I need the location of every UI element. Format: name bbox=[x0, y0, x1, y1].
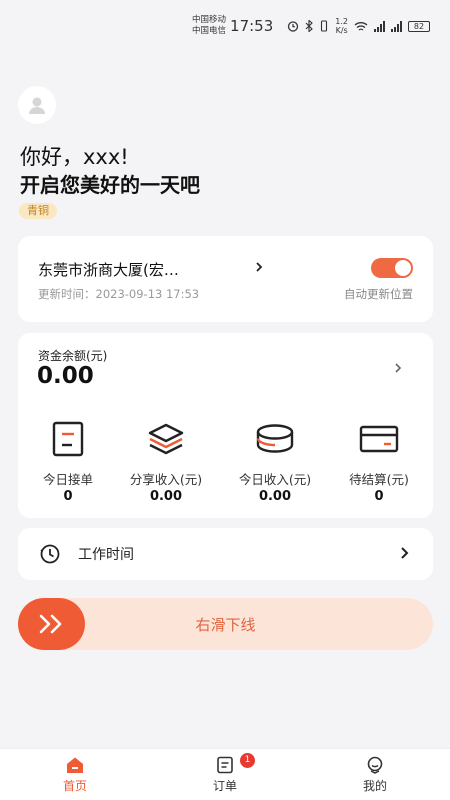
funds-balance-value: 0.00 bbox=[37, 363, 94, 389]
funds-chevron-right-icon[interactable] bbox=[393, 361, 403, 375]
stat-label: 待结算(元) bbox=[349, 472, 409, 487]
tab-bar: 首页 1 订单 我的 bbox=[0, 748, 450, 800]
location-name[interactable]: 东莞市浙商大厦(宏… bbox=[38, 259, 179, 280]
status-time: 17:53 bbox=[230, 17, 274, 35]
work-time-label: 工作时间 bbox=[78, 547, 134, 563]
signal-1-icon bbox=[374, 20, 385, 32]
auto-update-label: 自动更新位置 bbox=[344, 287, 413, 301]
tab-home[interactable]: 首页 bbox=[0, 749, 150, 800]
alarm-icon bbox=[288, 21, 299, 32]
funds-balance-label: 资金余额(元) bbox=[38, 349, 108, 363]
avatar[interactable] bbox=[18, 86, 56, 124]
stat-pending-settlement[interactable]: 待结算(元) 0 bbox=[329, 419, 429, 504]
layers-icon bbox=[148, 423, 184, 455]
stat-value: 0 bbox=[63, 489, 73, 504]
orders-badge: 1 bbox=[240, 753, 255, 768]
stat-label: 今日收入(元) bbox=[238, 472, 312, 487]
toggle-knob bbox=[395, 260, 411, 276]
network-speed: 1.2 K/s bbox=[335, 17, 348, 35]
stat-value: 0.00 bbox=[258, 489, 292, 504]
tab-label: 首页 bbox=[62, 779, 87, 793]
clock-icon bbox=[40, 544, 60, 564]
chevron-right-icon bbox=[401, 547, 409, 559]
bluetooth-icon bbox=[305, 20, 314, 32]
user-icon bbox=[29, 97, 45, 114]
stat-label: 分享收入(元) bbox=[129, 472, 203, 487]
carriers: 中国移动 中国电信 bbox=[192, 15, 226, 37]
vibrate-icon bbox=[321, 20, 328, 32]
home-icon bbox=[67, 757, 83, 773]
card-icon bbox=[359, 425, 399, 453]
carrier-2: 中国电信 bbox=[192, 26, 227, 36]
battery-icon: 82 bbox=[408, 20, 430, 32]
location-updated-time: 更新时间：2023-09-13 17:53 bbox=[38, 287, 200, 301]
stat-label: 今日接单 bbox=[42, 472, 93, 487]
greeting: 你好，xxx! bbox=[20, 145, 129, 169]
greeting-subtitle: 开启您美好的一天吧 bbox=[20, 173, 200, 197]
tab-label: 我的 bbox=[362, 779, 387, 793]
stat-value: 0 bbox=[374, 489, 384, 504]
speed-unit: K/s bbox=[335, 26, 348, 35]
stat-value: 0.00 bbox=[149, 489, 183, 504]
slide-offline-handle[interactable] bbox=[18, 598, 85, 650]
tab-orders[interactable]: 1 订单 bbox=[150, 749, 300, 800]
funds-card: 资金余额(元) 0.00 今日接单 0 分享收入(元) 0.00 今日收入(元)… bbox=[18, 333, 433, 518]
level-badge: 青铜 bbox=[19, 203, 57, 219]
chevron-right-icon[interactable] bbox=[254, 260, 264, 274]
work-time-row[interactable]: 工作时间 bbox=[18, 528, 433, 580]
speed-value: 1.2 bbox=[335, 17, 348, 26]
status-bar: 中国移动 中国电信 17:53 1.2 K/s 82 bbox=[0, 0, 450, 52]
stat-today-orders[interactable]: 今日接单 0 bbox=[18, 419, 118, 504]
carrier-1: 中国移动 bbox=[192, 15, 227, 25]
order-list-icon bbox=[217, 756, 233, 774]
auto-update-toggle[interactable] bbox=[371, 258, 413, 278]
order-icon bbox=[52, 421, 84, 457]
stat-share-income[interactable]: 分享收入(元) 0.00 bbox=[116, 419, 216, 504]
profile-icon bbox=[367, 756, 383, 774]
wifi-icon bbox=[354, 21, 368, 31]
coins-icon bbox=[256, 424, 294, 453]
location-card: 东莞市浙商大厦(宏… 更新时间：2023-09-13 17:53 自动更新位置 bbox=[18, 236, 433, 322]
slide-offline-track[interactable]: 右滑下线 bbox=[18, 598, 433, 650]
tab-label: 订单 bbox=[212, 779, 237, 793]
stat-today-income[interactable]: 今日收入(元) 0.00 bbox=[225, 419, 325, 504]
tab-profile[interactable]: 我的 bbox=[300, 749, 450, 800]
double-chevron-right-icon bbox=[39, 614, 61, 634]
signal-2-icon bbox=[391, 20, 402, 32]
